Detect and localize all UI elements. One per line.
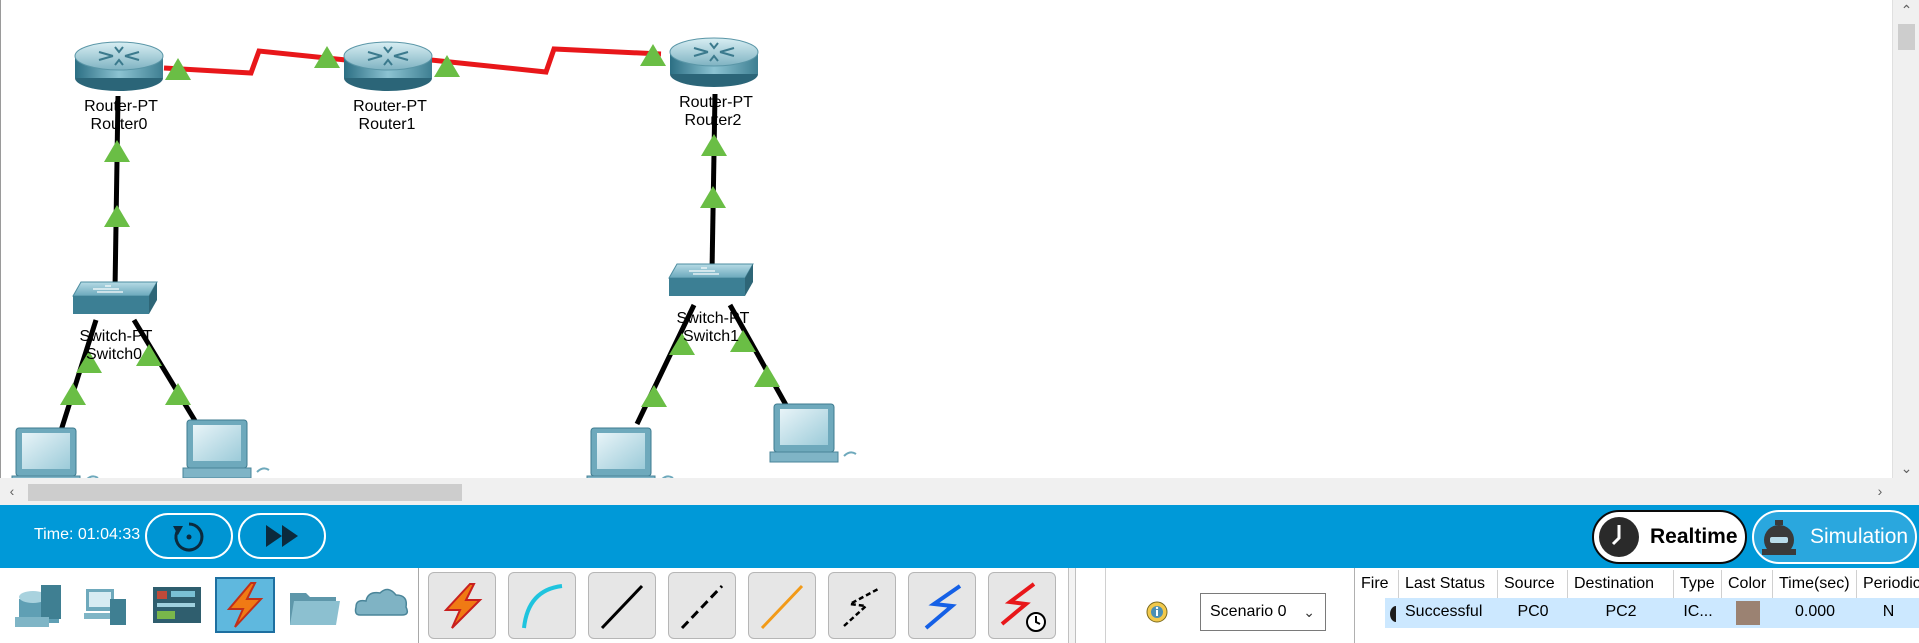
simulation-label: Simulation xyxy=(1810,525,1909,548)
console-cable-icon xyxy=(522,583,563,628)
router-icon[interactable] xyxy=(74,41,164,92)
copper-cross-over-icon xyxy=(680,584,724,629)
pc-icon[interactable] xyxy=(11,427,99,478)
pc-icon[interactable] xyxy=(182,419,270,478)
time-label: Time: 01:04:33 xyxy=(34,526,141,543)
scenario-select-value: Scenario 0 xyxy=(1210,603,1287,620)
connections-icon[interactable] xyxy=(215,577,275,633)
packet-tracer-window: Router-PT Router0 Router-PT Router1 Rout… xyxy=(0,0,1919,643)
scroll-left-icon[interactable]: ‹ xyxy=(0,478,24,505)
switch-icon[interactable] xyxy=(72,281,158,315)
pdu-table-row[interactable]: Successful PC0 PC2 IC... 0.000 N xyxy=(1385,598,1919,628)
bottom-panel: Scenario 0 ⌄ Fire Last Status Source Des… xyxy=(0,568,1919,643)
serial-link-router1-router2[interactable] xyxy=(430,46,662,75)
panel-scroll-strip[interactable] xyxy=(1068,568,1076,643)
fire-indicator-icon[interactable] xyxy=(1390,606,1396,622)
column-header-type[interactable]: Type xyxy=(1674,570,1722,598)
phone-cable-button[interactable] xyxy=(828,572,896,639)
phone-cable-icon xyxy=(843,586,881,627)
connection-types-panel xyxy=(422,568,1066,643)
column-header-fire[interactable]: Fire xyxy=(1355,570,1399,598)
serial-dce-button[interactable] xyxy=(988,572,1056,639)
color-swatch xyxy=(1735,601,1760,625)
router0-name-label: Router0 xyxy=(91,116,148,133)
serial-dce-icon xyxy=(1000,581,1046,632)
router0-model-label: Router-PT xyxy=(84,98,158,115)
cell-source: PC0 xyxy=(1517,603,1549,620)
cell-periodic: N xyxy=(1882,603,1895,620)
realtime-mode-button[interactable]: Realtime xyxy=(1592,510,1747,564)
stopwatch-icon xyxy=(1762,520,1796,555)
network-devices-icon[interactable] xyxy=(9,577,69,633)
cell-type: IC... xyxy=(1683,603,1713,620)
pc-icon[interactable] xyxy=(769,403,857,463)
copper-straight-through-button[interactable] xyxy=(588,572,656,639)
coaxial-button[interactable] xyxy=(908,572,976,639)
column-header-periodic[interactable]: Periodic xyxy=(1857,570,1919,598)
fiber-button[interactable] xyxy=(748,572,816,639)
end-devices-icon[interactable] xyxy=(78,577,138,633)
scroll-down-icon[interactable]: ⌄ xyxy=(1893,458,1919,478)
router2-name-label: Router2 xyxy=(685,112,742,129)
topology-canvas: Router-PT Router0 Router-PT Router1 Rout… xyxy=(11,37,857,478)
switch1-model-label: Switch-PT xyxy=(677,310,750,327)
automatic-connection-button[interactable] xyxy=(428,572,496,639)
power-cycle-icon xyxy=(173,522,204,552)
automatic-connection-icon xyxy=(443,582,483,629)
scenario-select[interactable]: Scenario 0 ⌄ xyxy=(1200,593,1326,631)
horizontal-scrollbar[interactable]: ‹ › xyxy=(0,478,1892,505)
cell-time: 0.000 xyxy=(1794,603,1836,620)
router1-name-label: Router1 xyxy=(359,116,416,133)
fast-forward-icon xyxy=(266,525,298,547)
vertical-scroll-thumb[interactable] xyxy=(1898,24,1915,50)
copper-cross-over-button[interactable] xyxy=(668,572,736,639)
cell-last-status: Successful xyxy=(1405,603,1483,620)
column-header-source[interactable]: Source xyxy=(1498,570,1568,598)
coaxial-icon xyxy=(924,583,962,630)
column-header-destination[interactable]: Destination xyxy=(1568,570,1674,598)
realtime-label: Realtime xyxy=(1650,525,1738,548)
scroll-corner xyxy=(1892,478,1919,505)
vertical-scrollbar[interactable]: ⌃ ⌄ xyxy=(1892,0,1919,478)
fast-forward-time-button[interactable] xyxy=(238,513,326,559)
column-header-color[interactable]: Color xyxy=(1722,570,1773,598)
cell-color xyxy=(1722,598,1773,628)
pdu-list-table: Fire Last Status Source Destination Type… xyxy=(1354,568,1919,643)
logical-workspace[interactable]: Router-PT Router0 Router-PT Router1 Rout… xyxy=(0,0,1892,478)
router1-model-label: Router-PT xyxy=(353,98,427,115)
components-icon[interactable] xyxy=(147,577,207,633)
multiuser-icon[interactable] xyxy=(352,577,412,633)
time-toolbar: Time: 01:04:33 Realtime Simulation xyxy=(0,505,1919,568)
switch0-name-label: Switch0 xyxy=(86,346,142,363)
power-cycle-devices-button[interactable] xyxy=(145,513,233,559)
simulation-mode-button[interactable]: Simulation xyxy=(1752,510,1917,564)
router2-model-label: Router-PT xyxy=(679,94,753,111)
console-cable-button[interactable] xyxy=(508,572,576,639)
switch0-model-label: Switch-PT xyxy=(80,328,153,345)
scroll-up-icon[interactable]: ⌃ xyxy=(1893,0,1919,20)
switch1-name-label: Switch1 xyxy=(683,328,739,345)
panel-gap xyxy=(1078,568,1106,643)
router-icon[interactable] xyxy=(343,41,433,92)
column-header-time[interactable]: Time(sec) xyxy=(1773,570,1857,598)
pc-icon[interactable] xyxy=(586,427,674,478)
router-icon[interactable] xyxy=(669,37,759,88)
clock-icon xyxy=(1599,517,1639,557)
device-category-bar xyxy=(0,568,418,643)
horizontal-scroll-thumb[interactable] xyxy=(28,484,462,501)
info-icon[interactable] xyxy=(1146,601,1168,623)
switch-icon[interactable] xyxy=(668,263,754,297)
cell-destination: PC2 xyxy=(1605,603,1637,620)
pdu-table-header: Fire Last Status Source Destination Type… xyxy=(1355,570,1919,598)
separator xyxy=(418,568,419,643)
fiber-icon xyxy=(760,584,804,629)
scroll-right-icon[interactable]: › xyxy=(1868,478,1892,505)
column-header-last-status[interactable]: Last Status xyxy=(1399,570,1498,598)
chevron-down-icon: ⌄ xyxy=(1303,604,1315,620)
copper-straight-through-icon xyxy=(600,584,644,629)
miscellaneous-icon[interactable] xyxy=(284,577,344,633)
